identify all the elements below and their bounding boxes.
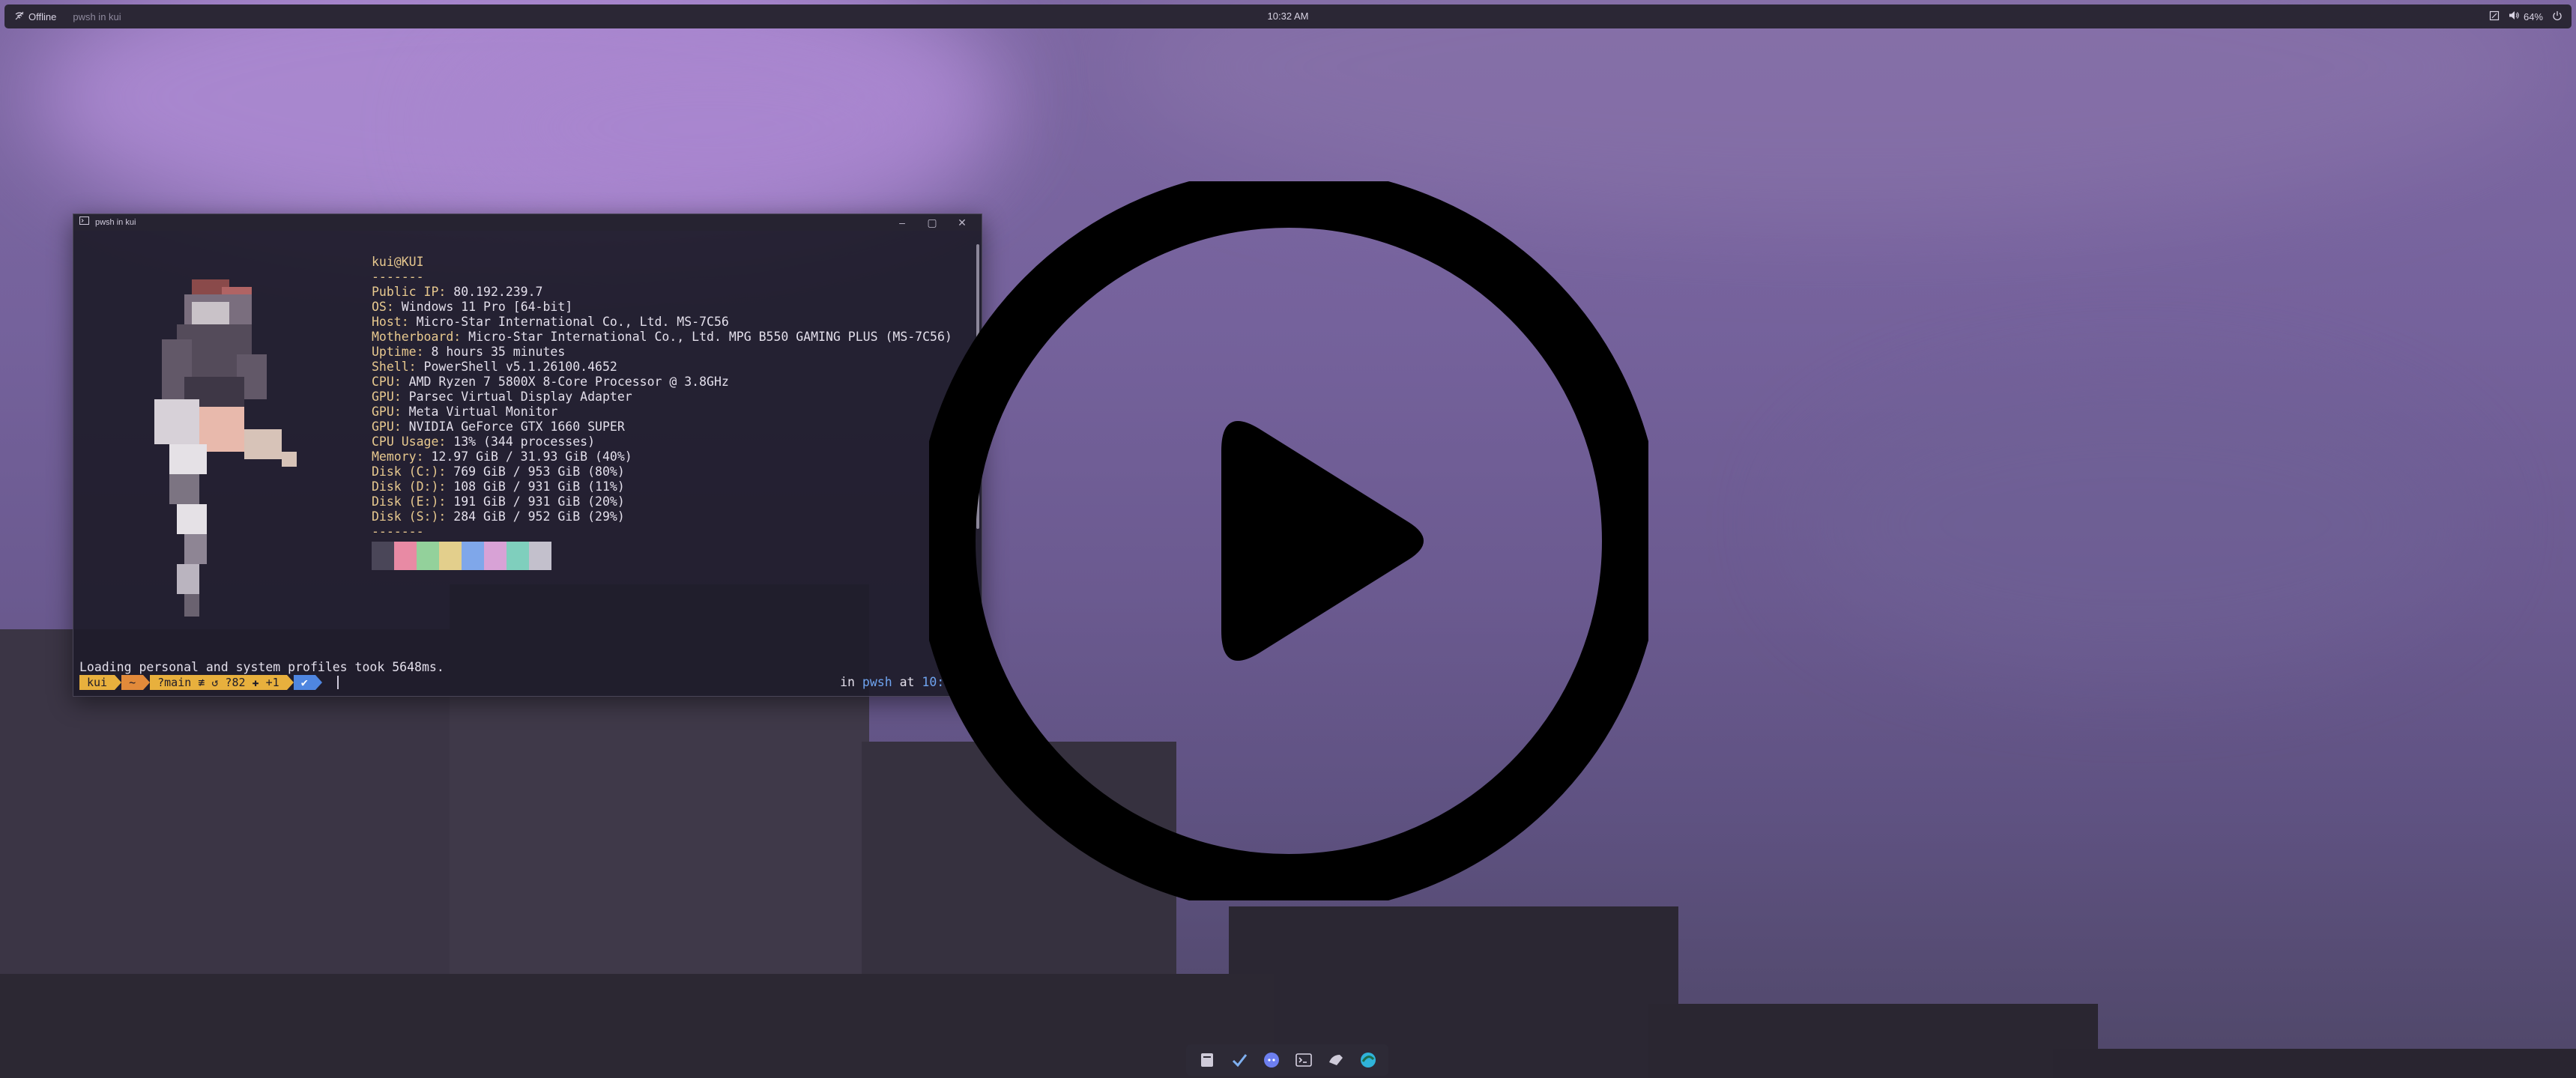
info-row: Motherboard: Micro-Star International Co…: [372, 330, 952, 344]
info-key: Shell: [372, 360, 409, 374]
color-swatch: [417, 542, 439, 570]
info-key: Memory: [372, 449, 417, 464]
color-swatch: [484, 542, 507, 570]
info-value: 191 GiB / 931 GiB (20%): [446, 494, 625, 509]
separator-end: -------: [372, 524, 424, 539]
separator: -------: [372, 270, 424, 284]
info-row: Disk (E:): 191 GiB / 931 GiB (20%): [372, 494, 625, 509]
info-key: Public IP: [372, 285, 439, 299]
terminal-app-icon: [79, 214, 89, 231]
info-key: OS: [372, 300, 387, 314]
cursor: [336, 676, 339, 689]
info-value: 8 hours 35 minutes: [423, 345, 566, 359]
info-row: Memory: 12.97 GiB / 31.93 GiB (40%): [372, 449, 632, 464]
right-prompt-prefix: in: [840, 675, 862, 689]
volume-control[interactable]: 64%: [2509, 10, 2543, 22]
shell-prompt: kui ~ ?main ≢ ↺ ?82 ✚ +1 ✔: [79, 675, 339, 690]
checkmark-app-icon[interactable]: [1228, 1049, 1251, 1071]
info-row: Disk (S:): 284 GiB / 952 GiB (29%): [372, 509, 625, 524]
color-swatch: [529, 542, 551, 570]
info-value: 284 GiB / 952 GiB (29%): [446, 509, 625, 524]
color-swatch: [507, 542, 529, 570]
speaker-icon: [2509, 10, 2520, 22]
info-row: GPU: NVIDIA GeForce GTX 1660 SUPER: [372, 420, 625, 434]
play-button-icon[interactable]: [929, 181, 1648, 900]
info-key: Uptime: [372, 345, 417, 359]
info-value: 12.97 GiB / 31.93 GiB (40%): [423, 449, 632, 464]
info-value: AMD Ryzen 7 5800X 8-Core Processor @ 3.8…: [401, 375, 729, 389]
info-key: Host: [372, 315, 402, 329]
tray-icon[interactable]: [2489, 10, 2500, 23]
prompt-segment: ✔: [293, 675, 315, 690]
info-key: Disk (S:): [372, 509, 439, 524]
color-swatch: [394, 542, 417, 570]
info-key: Motherboard: [372, 330, 454, 344]
info-row: GPU: Parsec Virtual Display Adapter: [372, 390, 632, 404]
info-key: GPU: [372, 405, 394, 419]
terminal-titlebar[interactable]: pwsh in kui – ▢ ✕: [73, 214, 982, 231]
info-key: Disk (C:): [372, 464, 439, 479]
right-prompt-mid: at: [892, 675, 922, 689]
info-key: GPU: [372, 390, 394, 404]
profile-load-message: Loading personal and system profiles too…: [79, 660, 444, 674]
info-key: Disk (E:): [372, 494, 439, 509]
discord-icon[interactable]: [1260, 1049, 1283, 1071]
system-info-output: kui@KUI ------- Public IP: 80.192.239.7 O…: [372, 255, 952, 539]
info-row: GPU: Meta Virtual Monitor: [372, 405, 558, 419]
volume-level: 64%: [2523, 10, 2543, 22]
info-value: 13% (344 processes): [446, 434, 596, 449]
clock[interactable]: 10:32 AM: [4, 4, 2572, 28]
info-key: GPU: [372, 420, 394, 434]
info-row: Host: Micro-Star International Co., Ltd.…: [372, 315, 729, 329]
info-row: Disk (D:): 108 GiB / 931 GiB (11%): [372, 479, 625, 494]
info-key: CPU Usage: [372, 434, 439, 449]
top-status-bar: Offline pwsh in kui 10:32 AM 64%: [4, 4, 2572, 28]
info-value: Meta Virtual Monitor: [401, 405, 558, 419]
prompt-segment: ~: [121, 675, 144, 690]
terminal-icon[interactable]: [1292, 1049, 1315, 1071]
info-value: Windows 11 Pro [64-bit]: [393, 300, 573, 314]
info-value: PowerShell v5.1.26100.4652: [416, 360, 617, 374]
files-icon[interactable]: [1196, 1049, 1218, 1071]
terminal-title: pwsh in kui: [95, 218, 136, 227]
info-value: Micro-Star International Co., Ltd. MS-7C…: [408, 315, 729, 329]
info-row: CPU Usage: 13% (344 processes): [372, 434, 596, 449]
color-swatch: [462, 542, 484, 570]
taskbar: [1186, 1044, 1388, 1076]
info-value: NVIDIA GeForce GTX 1660 SUPER: [401, 420, 625, 434]
prompt-segment: kui: [79, 675, 115, 690]
info-value: 80.192.239.7: [446, 285, 543, 299]
info-value: 769 GiB / 953 GiB (80%): [446, 464, 625, 479]
power-icon[interactable]: [2552, 10, 2563, 23]
edge-icon[interactable]: [1357, 1049, 1379, 1071]
info-row: Disk (C:): 769 GiB / 953 GiB (80%): [372, 464, 625, 479]
color-palette: [372, 542, 551, 570]
info-key: CPU: [372, 375, 394, 389]
info-row: Uptime: 8 hours 35 minutes: [372, 345, 566, 359]
prompt-segment: ?main ≢ ↺ ?82 ✚ +1: [150, 675, 287, 690]
info-value: 108 GiB / 931 GiB (11%): [446, 479, 625, 494]
steam-icon[interactable]: [1325, 1049, 1347, 1071]
minimize-button[interactable]: –: [887, 214, 917, 231]
terminal-window[interactable]: pwsh in kui – ▢ ✕ kui@KUI ------- Public…: [73, 214, 982, 697]
info-value: Micro-Star International Co., Ltd. MPG B…: [461, 330, 952, 344]
info-row: CPU: AMD Ryzen 7 5800X 8-Core Processor …: [372, 375, 729, 389]
info-row: Shell: PowerShell v5.1.26100.4652: [372, 360, 617, 374]
info-value: Parsec Virtual Display Adapter: [401, 390, 632, 404]
shell-name: pwsh: [862, 675, 892, 689]
info-key: Disk (D:): [372, 479, 439, 494]
color-swatch: [439, 542, 462, 570]
pixel-art-character-image: [154, 279, 297, 617]
user-host: kui@KUI: [372, 255, 424, 269]
color-swatch: [372, 542, 394, 570]
info-row: OS: Windows 11 Pro [64-bit]: [372, 300, 573, 314]
info-row: Public IP: 80.192.239.7: [372, 285, 543, 299]
